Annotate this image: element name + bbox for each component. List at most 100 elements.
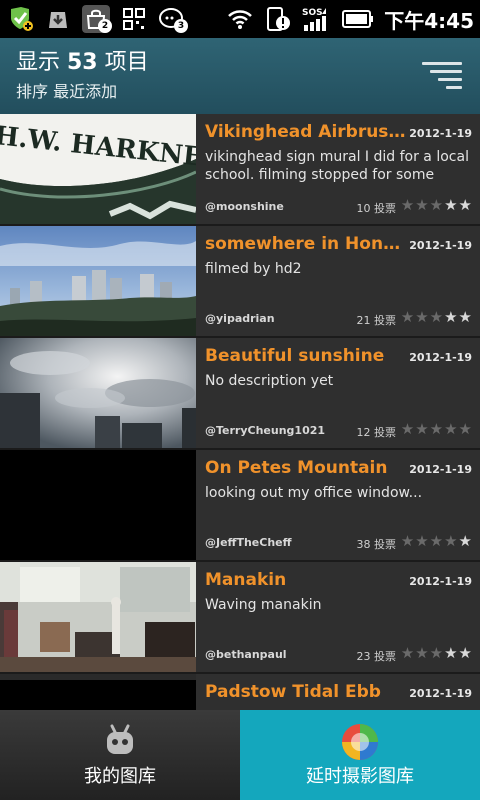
video-description: vikinghead sign mural I did for a local … — [205, 149, 469, 183]
tab-timelapse-gallery[interactable]: 延时摄影图库 — [240, 710, 480, 800]
star-rating[interactable]: ★ ★ ★ ★ ★ — [401, 420, 472, 438]
star-icon: ★ — [415, 196, 429, 214]
vote-count: 38 投票 — [356, 538, 397, 551]
download-icon — [44, 5, 72, 33]
tab-my-gallery[interactable]: 我的图库 — [0, 710, 240, 800]
sort-label: 排序 最近添加 — [16, 82, 118, 101]
globe-icon — [340, 722, 380, 766]
star-icon: ★ — [444, 308, 458, 326]
sort-icon-line-2 — [430, 70, 462, 73]
sort-icon-line-3 — [438, 78, 462, 81]
video-item[interactable]: On Petes Mountain 2012-1-19 looking out … — [0, 450, 480, 562]
video-date: 2012-1-19 — [409, 575, 472, 588]
star-icon: ★ — [458, 532, 472, 550]
vote-count: 12 投票 — [356, 426, 397, 439]
video-title: Beautiful sunshine — [205, 346, 385, 366]
chat-badge: 3 — [174, 19, 188, 33]
title-prefix: 显示 — [16, 50, 67, 75]
chat-icon: 3 — [158, 5, 188, 33]
star-icon: ★ — [415, 644, 429, 662]
star-icon: ★ — [415, 420, 429, 438]
star-icon: ★ — [444, 644, 458, 662]
bag-icon: 2 — [82, 5, 112, 33]
video-author[interactable]: @moonshine — [205, 200, 284, 213]
video-description: filmed by hd2 — [205, 261, 302, 277]
battery-icon — [342, 5, 374, 33]
video-item[interactable]: Beautiful sunshine 2012-1-19 No descript… — [0, 338, 480, 450]
video-thumbnail — [0, 450, 196, 560]
star-icon: ★ — [458, 308, 472, 326]
tab-label: 我的图库 — [84, 766, 156, 787]
star-icon: ★ — [458, 420, 472, 438]
vote-count: 10 投票 — [356, 202, 397, 215]
star-icon: ★ — [400, 196, 415, 214]
star-icon: ★ — [458, 196, 472, 214]
video-thumbnail — [0, 338, 196, 448]
video-title: somewhere in Hong Kong — [205, 234, 410, 254]
grid-icon — [120, 5, 148, 33]
video-author[interactable]: @yipadrian — [205, 312, 275, 325]
shield-plus-icon — [6, 5, 34, 33]
sos-label: SOS — [302, 8, 323, 18]
video-thumbnail — [0, 562, 196, 672]
star-icon: ★ — [400, 420, 415, 438]
video-date: 2012-1-19 — [409, 351, 472, 364]
star-rating[interactable]: ★ ★ ★ ★ ★ — [401, 532, 472, 550]
star-icon: ★ — [429, 420, 444, 438]
phone-alert-icon — [264, 5, 292, 33]
sort-button[interactable] — [422, 60, 462, 92]
star-icon: ★ — [429, 532, 444, 550]
bag-badge: 2 — [98, 19, 112, 33]
video-date: 2012-1-19 — [409, 463, 472, 476]
video-author[interactable]: @TerryCheung1021 — [205, 424, 325, 437]
star-icon: ★ — [400, 532, 415, 550]
video-title: On Petes Mountain — [205, 458, 388, 478]
vote-count: 23 投票 — [356, 650, 397, 663]
status-time: 下午4:45 — [384, 8, 474, 33]
star-icon: ★ — [415, 308, 429, 326]
video-author[interactable]: @JeffTheCheff — [205, 536, 292, 549]
bottom-nav: 我的图库 延时摄影图库 — [0, 710, 480, 800]
star-icon: ★ — [444, 420, 458, 438]
video-thumbnail — [0, 226, 196, 336]
star-rating[interactable]: ★ ★ ★ ★ ★ — [401, 644, 472, 662]
video-title: Padstow Tidal Ebb — [205, 682, 381, 702]
gallery-header: 显示 53 项目 排序 最近添加 — [0, 38, 480, 114]
title-suffix: 项目 — [97, 50, 149, 75]
star-icon: ★ — [429, 644, 444, 662]
item-count: 53 — [67, 50, 98, 75]
video-description: Waving manakin — [205, 597, 322, 613]
video-author[interactable]: @bethanpaul — [205, 648, 287, 661]
video-description: No description yet — [205, 373, 334, 389]
video-title: Vikinghead Airbrush Mural — [205, 122, 410, 142]
star-icon: ★ — [444, 196, 458, 214]
star-icon: ★ — [429, 308, 444, 326]
item-count-title: 显示 53 项目 — [16, 48, 464, 78]
video-item[interactable]: Manakin 2012-1-19 Waving manakin @bethan… — [0, 562, 480, 674]
video-item[interactable]: H.W. HARKNES Vikinghead Airbrush Mural 2… — [0, 114, 480, 226]
sos-signal-icon: SOS — [302, 5, 332, 33]
star-icon: ★ — [400, 308, 415, 326]
star-rating[interactable]: ★ ★ ★ ★ ★ — [401, 308, 472, 326]
vote-count: 21 投票 — [356, 314, 397, 327]
video-date: 2012-1-19 — [409, 239, 472, 252]
video-description: looking out my office window... — [205, 485, 423, 501]
video-item[interactable]: Padstow Tidal Ebb 2012-1-19 — [0, 674, 480, 710]
video-thumbnail: H.W. HARKNES — [0, 114, 196, 224]
video-item[interactable]: somewhere in Hong Kong 2012-1-19 filmed … — [0, 226, 480, 338]
video-thumbnail — [0, 674, 196, 710]
robot-icon — [102, 722, 138, 762]
status-bar: 2 3 SOS 下午4:45 — [0, 0, 480, 38]
sort-icon — [422, 62, 462, 65]
video-title: Manakin — [205, 570, 287, 590]
sort-icon-line-4 — [446, 86, 462, 89]
star-icon: ★ — [400, 644, 415, 662]
star-rating[interactable]: ★ ★ ★ ★ ★ — [401, 196, 472, 214]
video-list[interactable]: H.W. HARKNES Vikinghead Airbrush Mural 2… — [0, 114, 480, 710]
video-date: 2012-1-19 — [409, 687, 472, 700]
star-icon: ★ — [444, 532, 458, 550]
star-icon: ★ — [429, 196, 444, 214]
video-date: 2012-1-19 — [409, 127, 472, 140]
star-icon: ★ — [415, 532, 429, 550]
wifi-icon — [226, 5, 254, 33]
